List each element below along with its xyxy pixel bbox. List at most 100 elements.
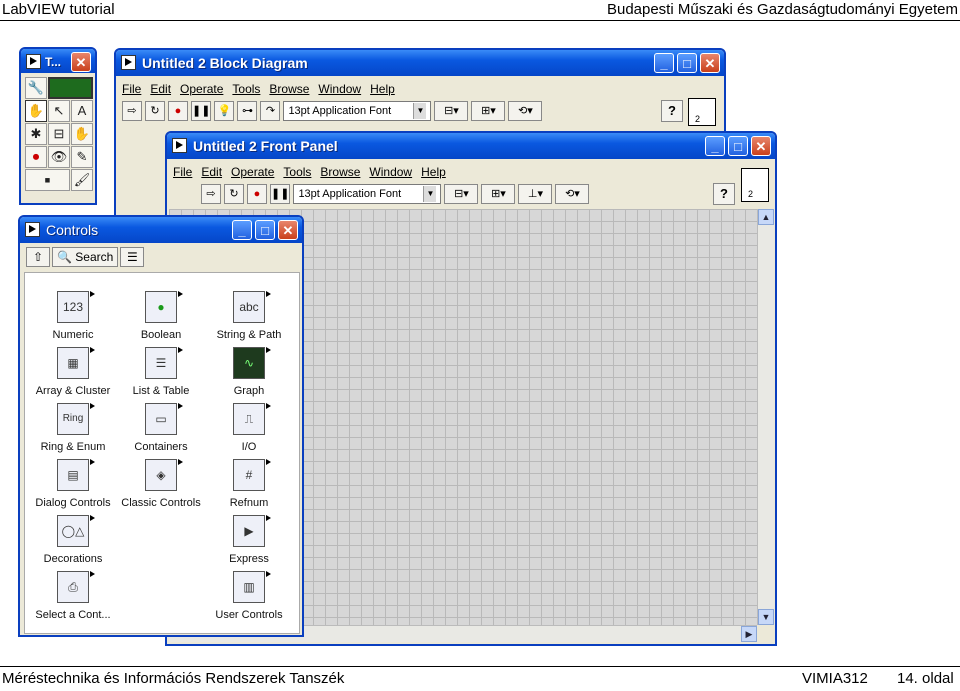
menu-edit[interactable]: Edit [201, 163, 222, 181]
menu-operate[interactable]: Operate [231, 163, 274, 181]
menu-tools[interactable]: Tools [232, 80, 260, 98]
controls-titlebar[interactable]: Controls _ □ ✕ [20, 217, 302, 243]
scroll-hand-icon[interactable]: ✋ [71, 123, 93, 145]
auto-tool-icon[interactable]: 🔧 [25, 77, 47, 99]
highlight-execution-icon[interactable]: 💡 [214, 101, 235, 121]
front-panel-titlebar[interactable]: Untitled 2 Front Panel _ □ ✕ [167, 133, 775, 159]
up-level-button[interactable]: ⇧ [26, 247, 50, 267]
distribute-objects-icon[interactable]: ⊞▾ [481, 184, 516, 204]
shortcut-menu-icon[interactable]: ⊟ [48, 123, 70, 145]
minimize-button[interactable]: _ [654, 53, 674, 73]
position-arrow-icon[interactable]: ↖ [48, 100, 70, 122]
menu-window[interactable]: Window [369, 163, 412, 181]
minimize-button[interactable]: _ [232, 220, 252, 240]
palette-item-label: String & Path [216, 329, 282, 341]
tools-palette[interactable]: T... ✕ 🔧 ✋ ↖ A ✱ ⊟ ✋ ⏺ 👁 ✎ ▪ 🖌 [19, 47, 97, 205]
menu-operate[interactable]: Operate [180, 80, 223, 98]
controls-palette[interactable]: Controls _ □ ✕ ⇧ 🔍 Search ☰ 123 Numeric ●… [18, 215, 304, 637]
align-objects-icon[interactable]: ⊟▾ [444, 184, 479, 204]
pause-icon[interactable]: ❚❚ [191, 101, 212, 121]
palette-item-io[interactable]: ⎍ I/O [203, 403, 295, 454]
menu-browse[interactable]: Browse [269, 80, 309, 98]
department-name: Méréstechnika és Információs Rendszerek … [2, 670, 345, 687]
run-continuous-icon[interactable]: ↻ [145, 101, 165, 121]
menu-help[interactable]: Help [370, 80, 395, 98]
menu-file[interactable]: File [122, 80, 141, 98]
palette-item-label: Dialog Controls [35, 497, 111, 509]
scroll-down-button[interactable]: ▼ [758, 609, 774, 625]
menu-file[interactable]: File [173, 163, 192, 181]
reorder-icon[interactable]: ⟲▾ [508, 101, 543, 121]
palette-item-user-controls[interactable]: ▥ User Controls [203, 571, 295, 622]
tools-titlebar[interactable]: T... ✕ [21, 49, 95, 73]
wiring-tool-icon[interactable]: ✱ [25, 123, 47, 145]
vi-icon[interactable]: 2 [688, 98, 716, 126]
step-icon[interactable]: ↷ [260, 101, 281, 121]
color-copy-icon[interactable]: ✎ [71, 146, 93, 168]
palette-item-ring-enum[interactable]: Ring Ring & Enum [27, 403, 119, 454]
palette-item-label: Express [229, 553, 269, 565]
vi-icon-number: 2 [695, 114, 701, 124]
operate-hand-icon[interactable]: ✋ [25, 100, 47, 122]
search-button[interactable]: 🔍 Search [52, 247, 119, 267]
palette-item-refnum[interactable]: # Refnum [203, 459, 295, 510]
probe-icon[interactable]: 👁 [48, 146, 70, 168]
font-select[interactable]: 13pt Application Font ▼ [293, 184, 442, 204]
help-icon[interactable]: ? [661, 100, 683, 122]
palette-item-express[interactable]: ▶ Express [203, 515, 295, 566]
coloring-brush-icon[interactable]: 🖌 [71, 169, 93, 191]
palette-item-label: List & Table [132, 385, 190, 397]
auto-select-led-icon[interactable] [48, 77, 93, 99]
run-continuous-icon[interactable]: ↻ [224, 184, 244, 204]
scroll-up-button[interactable]: ▲ [758, 209, 774, 225]
chevron-down-icon: ▼ [413, 103, 427, 119]
distribute-objects-icon[interactable]: ⊞▾ [471, 101, 506, 121]
text-tool-icon[interactable]: A [71, 100, 93, 122]
palette-item-select-control[interactable]: ⎙ Select a Cont... [27, 571, 119, 622]
close-button[interactable]: ✕ [700, 53, 720, 73]
palette-item-list-table[interactable]: ☰ List & Table [115, 347, 207, 398]
abort-icon[interactable]: ● [247, 184, 267, 204]
palette-item-numeric[interactable]: 123 Numeric [27, 291, 119, 342]
abort-icon[interactable]: ● [168, 101, 188, 121]
palette-item-boolean[interactable]: ● Boolean [115, 291, 207, 342]
close-button[interactable]: ✕ [751, 136, 771, 156]
help-icon[interactable]: ? [713, 183, 735, 205]
run-arrow-icon[interactable]: ⇨ [201, 184, 221, 204]
font-select[interactable]: 13pt Application Font ▼ [283, 101, 432, 121]
palette-item-decorations[interactable]: ◯△ Decorations [27, 515, 119, 566]
menu-tools[interactable]: Tools [283, 163, 311, 181]
controls-title: Controls [46, 222, 99, 238]
color-box-icon[interactable]: ▪ [25, 169, 70, 191]
close-button[interactable]: ✕ [278, 220, 298, 240]
view-options-button[interactable]: ☰ [120, 247, 145, 267]
align-objects-icon[interactable]: ⊟▾ [434, 101, 469, 121]
vertical-scrollbar[interactable]: ▲ ▼ [757, 209, 774, 625]
block-diagram-titlebar[interactable]: Untitled 2 Block Diagram _ □ ✕ [116, 50, 724, 76]
close-button[interactable]: ✕ [71, 52, 91, 72]
pause-icon[interactable]: ❚❚ [270, 184, 291, 204]
vi-icon[interactable]: 2 [741, 168, 769, 202]
reorder-icon[interactable]: ⟲▾ [555, 184, 590, 204]
maximize-button[interactable]: □ [677, 53, 697, 73]
menu-help[interactable]: Help [421, 163, 446, 181]
palette-item-string-path[interactable]: abc String & Path [203, 291, 295, 342]
retain-wire-icon[interactable]: ⊶ [237, 101, 258, 121]
palette-item-graph[interactable]: ∿ Graph [203, 347, 295, 398]
palette-item-classic-controls[interactable]: ◈ Classic Controls [115, 459, 207, 510]
menu-window[interactable]: Window [318, 80, 361, 98]
menu-edit[interactable]: Edit [150, 80, 171, 98]
maximize-button[interactable]: □ [728, 136, 748, 156]
menu-browse[interactable]: Browse [320, 163, 360, 181]
palette-item-label: Graph [233, 385, 265, 397]
minimize-button[interactable]: _ [705, 136, 725, 156]
maximize-button[interactable]: □ [255, 220, 275, 240]
palette-item-dialog-controls[interactable]: ▤ Dialog Controls [27, 459, 119, 510]
palette-item-array-cluster[interactable]: ▦ Array & Cluster [27, 347, 119, 398]
palette-item-containers[interactable]: ▭ Containers [115, 403, 207, 454]
scroll-right-button[interactable]: ▶ [741, 626, 757, 642]
run-arrow-icon[interactable]: ⇨ [122, 101, 142, 121]
palette-item-label: Array & Cluster [35, 385, 111, 397]
breakpoint-icon[interactable]: ⏺ [25, 146, 47, 168]
resize-objects-icon[interactable]: ⊥▾ [518, 184, 553, 204]
